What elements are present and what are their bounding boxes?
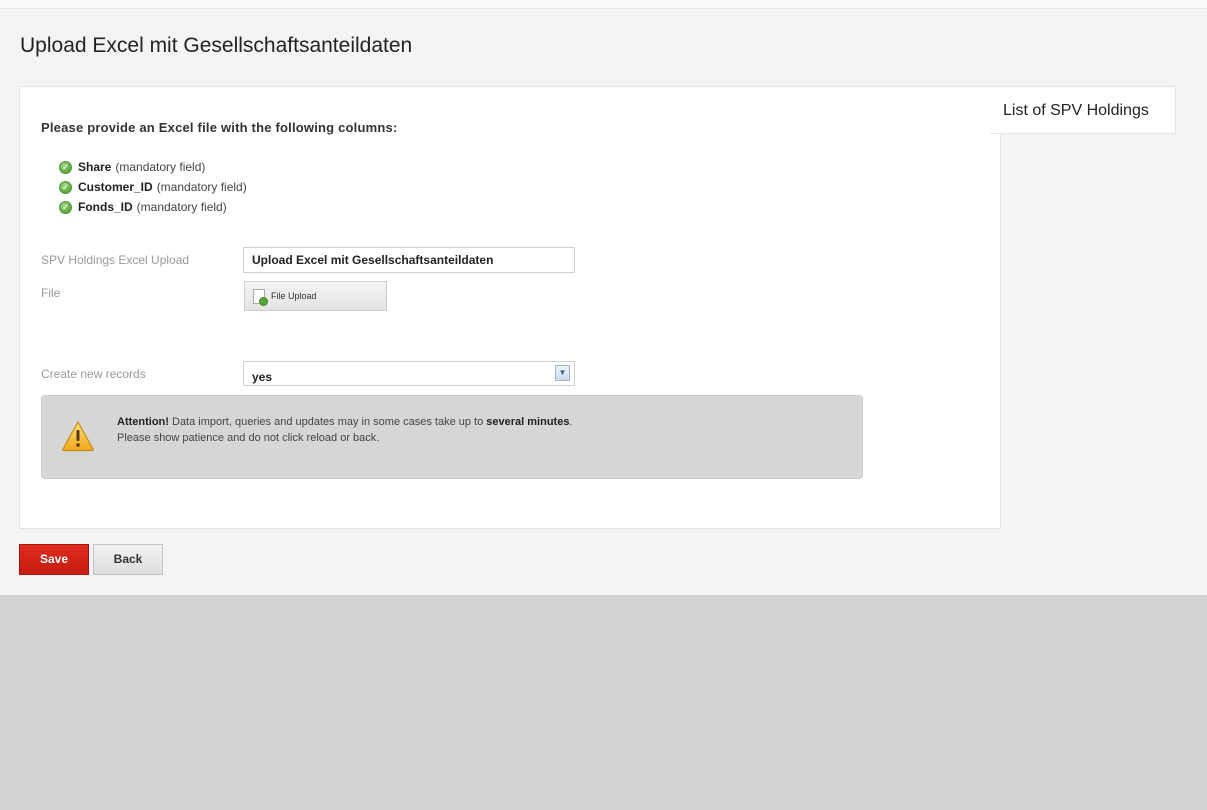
column-name: Customer_ID bbox=[78, 180, 153, 194]
check-circle-icon: ✓ bbox=[59, 200, 72, 214]
check-circle-icon: ✓ bbox=[59, 180, 72, 194]
file-upload-button[interactable]: File Upload bbox=[244, 281, 387, 311]
warning-triangle-icon bbox=[62, 421, 94, 452]
tab-list-of-spv-holdings[interactable]: List of SPV Holdings bbox=[990, 86, 1176, 134]
file-add-icon bbox=[253, 288, 268, 306]
create-records-label: Create new records bbox=[41, 367, 146, 381]
list-item: ✓ Customer_ID (mandatory field) bbox=[59, 177, 247, 197]
check-circle-icon: ✓ bbox=[59, 160, 72, 174]
upload-title-label: SPV Holdings Excel Upload bbox=[41, 253, 190, 267]
attention-text: Attention! Data import, queries and upda… bbox=[117, 414, 573, 446]
list-item: ✓ Share (mandatory field) bbox=[59, 157, 247, 177]
chevron-down-icon[interactable]: ▼ bbox=[555, 365, 570, 381]
attention-line-1: Data import, queries and updates may in … bbox=[172, 416, 484, 428]
attention-emphasis: several minutes bbox=[486, 416, 570, 428]
back-button[interactable]: Back bbox=[93, 544, 163, 575]
upload-title-input[interactable] bbox=[243, 247, 575, 273]
list-item: ✓ Fonds_ID (mandatory field) bbox=[59, 197, 247, 217]
top-border bbox=[0, 0, 1207, 9]
file-upload-label: File Upload bbox=[271, 291, 317, 301]
create-records-select[interactable]: yes ▼ bbox=[243, 361, 575, 386]
save-button[interactable]: Save bbox=[19, 544, 89, 575]
empty-footer-area bbox=[0, 595, 1207, 810]
column-note: (mandatory field) bbox=[136, 200, 227, 214]
column-note: (mandatory field) bbox=[115, 160, 206, 174]
attention-notice: Attention! Data import, queries and upda… bbox=[41, 395, 863, 479]
attention-line-2: Please show patience and do not click re… bbox=[117, 432, 380, 444]
column-note: (mandatory field) bbox=[156, 180, 247, 194]
required-columns-list: ✓ Share (mandatory field) ✓ Customer_ID … bbox=[59, 157, 247, 217]
attention-line-1-end: . bbox=[569, 416, 573, 428]
column-name: Share bbox=[78, 160, 112, 174]
file-label: File bbox=[41, 286, 61, 300]
page-title: Upload Excel mit Gesellschaftsanteildate… bbox=[20, 34, 413, 57]
create-records-value: yes bbox=[252, 370, 273, 384]
column-name: Fonds_ID bbox=[78, 200, 133, 214]
instructions-heading: Please provide an Excel file with the fo… bbox=[41, 120, 398, 135]
attention-heading: Attention! bbox=[117, 416, 169, 428]
